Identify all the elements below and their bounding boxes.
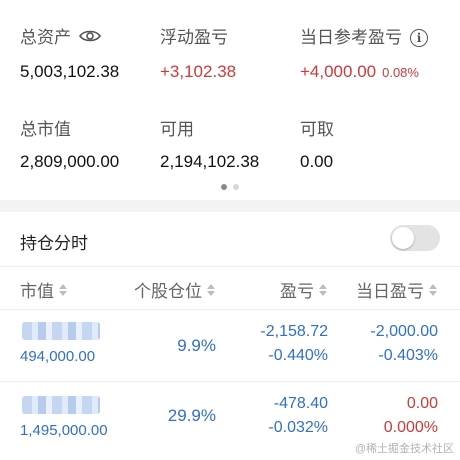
available-label: 可用 bbox=[160, 120, 194, 139]
available-value: 2,194,102.38 bbox=[160, 152, 260, 171]
section-divider bbox=[0, 200, 460, 212]
header-position-label: 个股仓位 bbox=[134, 282, 202, 301]
stock-name-blurred bbox=[22, 322, 100, 340]
floating-pl-value: +3,102.38 bbox=[160, 62, 237, 81]
info-icon[interactable]: i bbox=[410, 29, 428, 47]
daily-pl-value: +4,000.00 bbox=[300, 62, 377, 81]
row-pl-pct: -0.440% bbox=[268, 347, 328, 364]
row-pl-pct: -0.032% bbox=[268, 419, 328, 436]
row-position: 9.9% bbox=[177, 336, 216, 355]
header-day-pl[interactable]: 当日盈亏 bbox=[356, 277, 437, 302]
eye-icon[interactable] bbox=[79, 28, 101, 48]
daily-pl-percent: 0.08% bbox=[382, 65, 419, 80]
header-position[interactable]: 个股仓位 bbox=[134, 277, 215, 302]
row-day-pl-pct: -0.403% bbox=[378, 347, 438, 364]
header-market-value[interactable]: 市值 bbox=[20, 277, 67, 302]
floating-pl-block: 浮动盈亏 +3,102.38 bbox=[160, 28, 236, 82]
table-row[interactable]: 494,000.00 9.9% -2,158.72 -0.440% -2,000… bbox=[0, 310, 460, 382]
total-assets-block: 总资产 5,003,102.38 bbox=[20, 28, 119, 82]
page-dot-2[interactable] bbox=[233, 184, 239, 190]
total-assets-label: 总资产 bbox=[20, 28, 71, 47]
row-day-pl: 0.00 bbox=[406, 395, 438, 412]
row-market-value: 494,000.00 bbox=[20, 348, 96, 365]
row-market-value: 1,495,000.00 bbox=[20, 422, 108, 439]
withdrawable-block: 可取 0.00 bbox=[300, 120, 334, 172]
stock-name-blurred bbox=[22, 396, 100, 414]
toggle-knob bbox=[392, 227, 414, 249]
page-indicator[interactable] bbox=[0, 184, 460, 190]
sort-icon bbox=[429, 283, 437, 296]
total-assets-value: 5,003,102.38 bbox=[20, 62, 120, 81]
row-pl: -2,158.72 bbox=[260, 323, 328, 340]
row-position: 29.9% bbox=[167, 406, 216, 425]
header-pl[interactable]: 盈亏 bbox=[280, 277, 327, 302]
page-dot-1[interactable] bbox=[221, 184, 227, 190]
market-value-label: 总市值 bbox=[20, 120, 71, 139]
position-time-toggle[interactable] bbox=[390, 225, 440, 251]
header-day-pl-label: 当日盈亏 bbox=[356, 282, 424, 301]
row-day-pl-pct: 0.000% bbox=[383, 419, 438, 436]
table-header: 市值 个股仓位 盈亏 当日盈亏 bbox=[0, 266, 460, 310]
withdrawable-label: 可取 bbox=[300, 120, 334, 139]
row-pl: -478.40 bbox=[273, 395, 328, 412]
daily-pl-block: 当日参考盈亏 i +4,000.00 0.08% bbox=[300, 28, 428, 83]
sort-icon bbox=[319, 283, 327, 296]
market-value-block: 总市值 2,809,000.00 bbox=[20, 120, 119, 172]
position-time-label: 持仓分时 bbox=[20, 234, 88, 253]
available-block: 可用 2,194,102.38 bbox=[160, 120, 259, 172]
withdrawable-value: 0.00 bbox=[300, 152, 334, 171]
market-value-value: 2,809,000.00 bbox=[20, 152, 120, 171]
sort-icon bbox=[207, 283, 215, 296]
header-market-value-label: 市值 bbox=[20, 282, 54, 301]
watermark: @稀土掘金技术社区 bbox=[354, 443, 454, 455]
sort-icon bbox=[59, 283, 67, 296]
account-summary: 总资产 5,003,102.38 浮动盈亏 +3,102.38 当日参考盈亏 i… bbox=[0, 0, 460, 200]
daily-pl-label: 当日参考盈亏 bbox=[300, 28, 402, 47]
floating-pl-label: 浮动盈亏 bbox=[160, 28, 228, 47]
row-day-pl: -2,000.00 bbox=[370, 323, 438, 340]
header-pl-label: 盈亏 bbox=[280, 282, 314, 301]
